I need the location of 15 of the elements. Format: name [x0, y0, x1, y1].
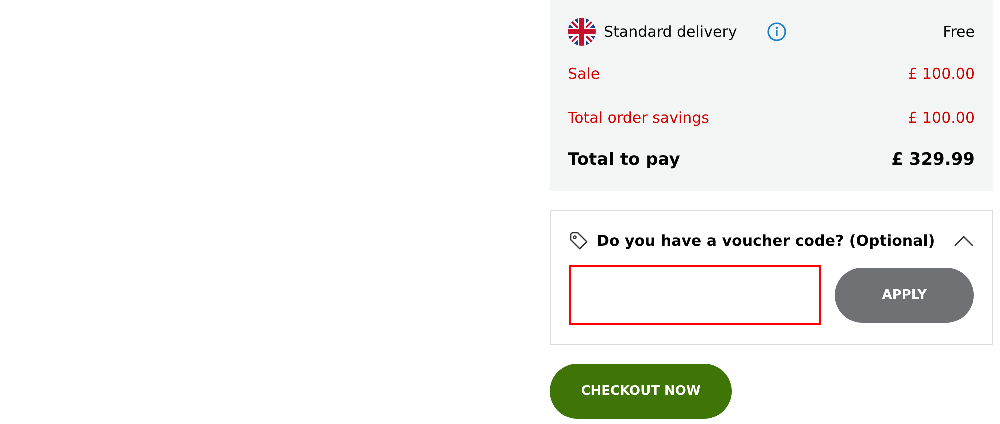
summary-value: £ 329.99: [892, 150, 975, 170]
summary-label: Total to pay: [568, 150, 680, 170]
tag-icon: [569, 231, 589, 251]
summary-label: Total order savings: [568, 109, 710, 127]
chevron-icon[interactable]: [954, 235, 974, 247]
voucher-input-field[interactable]: [569, 265, 822, 325]
summary-label: Sale: [568, 65, 600, 83]
summary-value: £ 100.00: [908, 65, 975, 83]
checkout-button[interactable]: CHECKOUT NOW: [550, 364, 732, 419]
summary-value: £ 100.00: [908, 109, 975, 127]
info-icon[interactable]: [767, 22, 788, 42]
summary-label: Standard delivery: [604, 23, 738, 41]
summary-value: Free: [943, 23, 975, 41]
union-flag-icon: [568, 18, 596, 46]
voucher-title: Do you have a voucher code? (Optional): [597, 232, 936, 250]
